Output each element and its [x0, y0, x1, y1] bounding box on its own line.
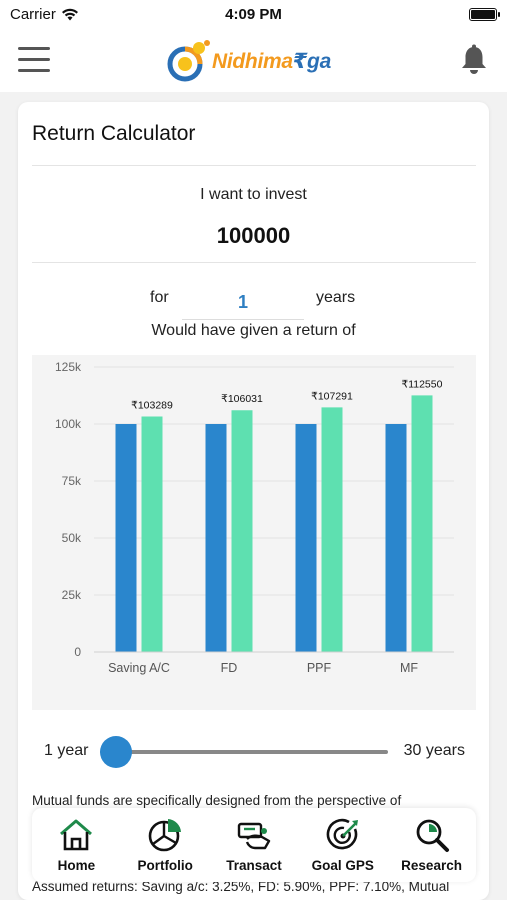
menu-icon[interactable]	[18, 47, 50, 73]
invest-amount-field[interactable]: 100000	[18, 223, 489, 249]
chart-bar	[231, 410, 253, 652]
chart-bar	[385, 424, 407, 652]
nav-portfolio[interactable]: Portfolio	[121, 817, 209, 873]
y-tick-label: 0	[74, 645, 81, 659]
duration-row: for years	[18, 286, 489, 320]
y-tick-label: 75k	[62, 474, 82, 488]
page-title: Return Calculator	[32, 122, 196, 145]
logo-text-part2: ₹ga	[292, 49, 332, 73]
years-slider-thumb[interactable]	[100, 736, 132, 768]
x-tick-label: PPF	[307, 661, 332, 675]
chart-bar	[205, 424, 227, 652]
return-chart: 0 25k 50k 75k 100k 125k ₹103289 Saving A/C ₹1060…	[32, 355, 476, 710]
logo-text: Nidhima₹ga	[212, 49, 331, 74]
y-tick-label: 25k	[62, 588, 82, 602]
home-icon	[60, 819, 93, 851]
bell-icon[interactable]	[459, 44, 489, 76]
nav-research-label: Research	[401, 858, 462, 873]
return-calculator-card: Return Calculator I want to invest 10000…	[18, 102, 489, 900]
slider-max-label: 30 years	[403, 742, 465, 759]
years-slider-track[interactable]	[100, 750, 388, 754]
logo-mark-icon	[167, 40, 210, 82]
nav-research[interactable]: Research	[388, 817, 476, 873]
return-label: Would have given a return of	[151, 322, 356, 339]
nav-transact-label: Transact	[226, 858, 282, 873]
years-label: years	[316, 289, 356, 306]
nav-goal-gps[interactable]: Goal GPS	[299, 817, 387, 873]
years-input[interactable]	[182, 286, 304, 320]
return-chart-svg: 0 25k 50k 75k 100k 125k ₹103289 Saving A/C ₹1060…	[55, 360, 454, 675]
invest-label: I want to invest	[200, 186, 307, 203]
chart-bar	[115, 424, 137, 652]
x-tick-label: FD	[221, 661, 238, 675]
nav-home-label: Home	[57, 858, 96, 873]
bar-data-label: ₹106031	[221, 393, 263, 405]
divider	[32, 262, 476, 263]
status-bar: Carrier 4:09 PM	[0, 0, 507, 30]
bar-data-label: ₹107291	[311, 390, 353, 402]
x-tick-label: Saving A/C	[108, 661, 170, 675]
transact-icon	[237, 822, 271, 850]
pie-chart-icon	[148, 819, 182, 852]
app-logo: Nidhima₹ga	[166, 38, 331, 84]
divider	[32, 165, 476, 166]
y-tick-label: 125k	[55, 360, 82, 374]
logo-text-part1: Nidhima	[212, 49, 293, 73]
bar-data-label: ₹112550	[402, 378, 443, 390]
slider-min-label: 1 year	[44, 742, 89, 759]
y-tick-label: 100k	[55, 417, 82, 431]
years-slider-row: 1 year 30 years	[18, 734, 489, 768]
chart-bar	[411, 395, 433, 652]
chart-bar	[295, 424, 317, 652]
nav-home[interactable]: Home	[32, 817, 120, 873]
battery-icon	[469, 8, 500, 21]
app-header: Nidhima₹ga	[0, 30, 507, 92]
status-time: 4:09 PM	[225, 6, 282, 23]
nav-portfolio-label: Portfolio	[137, 858, 193, 873]
y-tick-label: 50k	[62, 531, 82, 545]
chart-bar	[141, 416, 163, 652]
x-tick-label: MF	[400, 661, 418, 675]
target-icon	[326, 818, 358, 850]
magnifier-icon	[416, 819, 449, 852]
nav-transact[interactable]: Transact	[210, 817, 298, 873]
chart-bar	[321, 407, 343, 652]
for-label: for	[150, 289, 169, 306]
nav-goal-gps-label: Goal GPS	[311, 858, 374, 873]
bar-data-label: ₹103289	[131, 400, 173, 412]
bottom-nav: Home Portfolio Transact Goal GPS Researc…	[32, 808, 476, 882]
